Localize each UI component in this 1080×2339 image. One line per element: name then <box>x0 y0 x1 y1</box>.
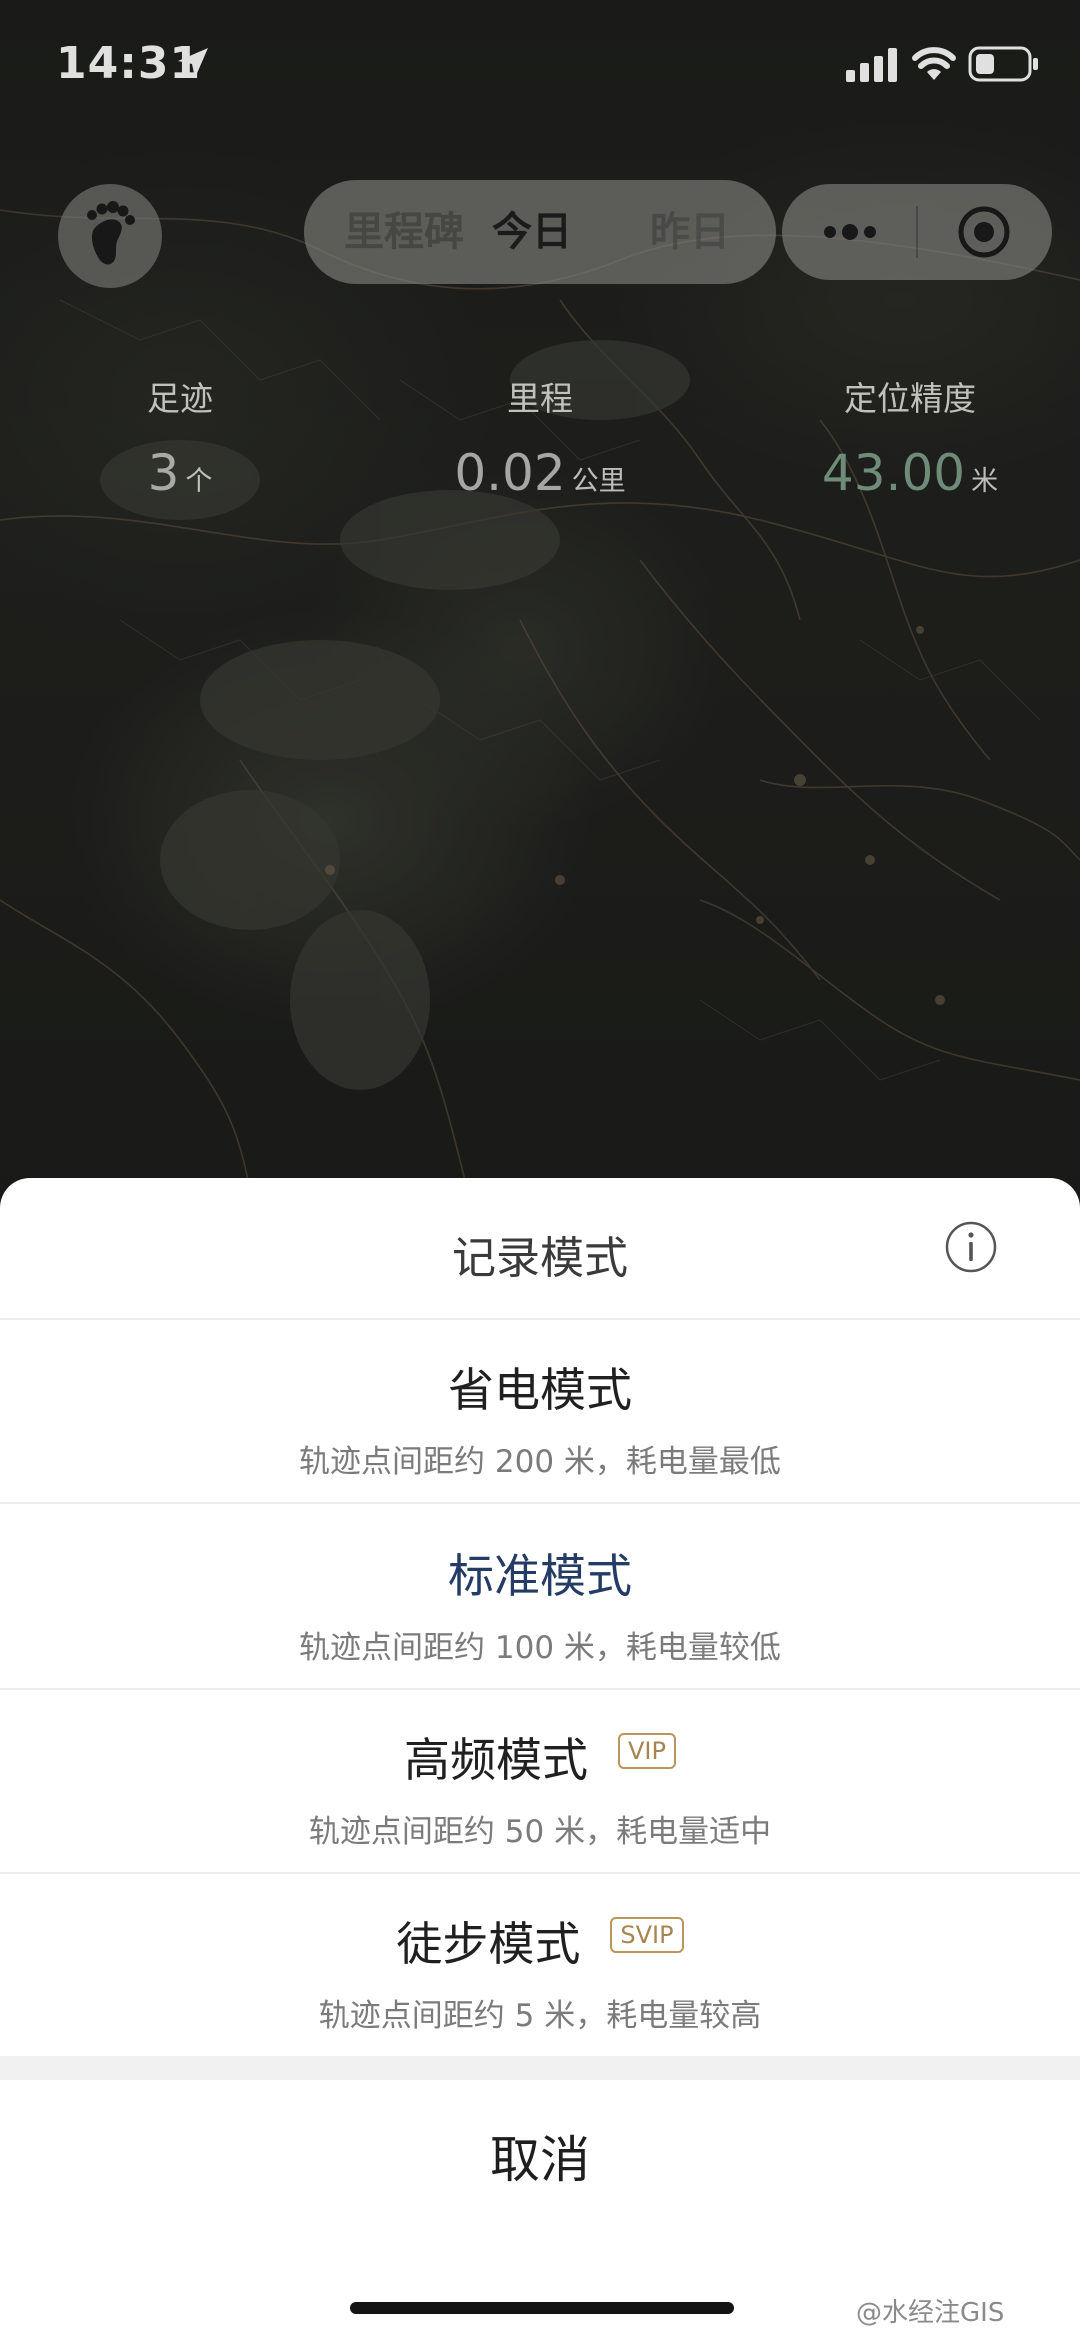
stat-footprint-value: 3 <box>147 444 180 502</box>
tab-yesterday[interactable]: 昨日 <box>650 180 730 284</box>
stat-accuracy-unit: 米 <box>971 466 999 497</box>
target-icon[interactable] <box>956 204 1012 260</box>
mode-description: 轨迹点间距约 100 米，耗电量较低 <box>299 1630 781 1666</box>
date-tabs: 里程碑 今日 昨日 <box>304 180 776 284</box>
mode-option-power-saving[interactable]: 省电模式 轨迹点间距约 200 米，耗电量最低 <box>0 1318 1080 1504</box>
mode-title: 高频模式 <box>404 1733 589 1787</box>
sheet-title: 记录模式 <box>452 1233 628 1284</box>
tab-milestone[interactable]: 里程碑 <box>344 180 464 284</box>
mode-description: 轨迹点间距约 200 米，耗电量最低 <box>299 1444 781 1480</box>
footprint-button[interactable] <box>58 184 162 288</box>
mode-title: 标准模式 <box>448 1549 632 1603</box>
info-icon[interactable] <box>944 1220 998 1274</box>
mode-description: 轨迹点间距约 50 米，耗电量适中 <box>308 1814 772 1850</box>
cancel-button[interactable]: 取消 <box>0 2080 1080 2240</box>
mode-option-hiking[interactable]: 徒步模式 SVIP 轨迹点间距约 5 米，耗电量较高 <box>0 1872 1080 2056</box>
more-icon[interactable] <box>818 214 882 250</box>
stat-mileage: 里程 0.02 公里 <box>430 372 650 502</box>
watermark: @水经注GIS <box>856 2298 1005 2328</box>
vip-badge: VIP <box>618 1733 676 1769</box>
mode-title: 省电模式 <box>448 1363 632 1417</box>
stat-footprint: 足迹 3个 <box>100 372 260 502</box>
stat-accuracy: 定位精度 43.00 米 <box>800 372 1020 502</box>
capsule-menu <box>782 184 1052 280</box>
mode-option-high-frequency[interactable]: 高频模式 VIP 轨迹点间距约 50 米，耗电量适中 <box>0 1688 1080 1874</box>
battery-icon <box>968 46 1038 82</box>
status-bar: 14:31 <box>0 0 1080 130</box>
stat-accuracy-value: 43.00 <box>821 444 966 502</box>
stat-mileage-value: 0.02 <box>454 444 566 502</box>
stat-accuracy-label: 定位精度 <box>844 379 976 418</box>
record-mode-sheet: 记录模式 省电模式 轨迹点间距约 200 米，耗电量最低 标准模式 轨迹点间距约… <box>0 1178 1080 2339</box>
capsule-divider <box>916 206 918 258</box>
svip-badge: SVIP <box>610 1917 684 1953</box>
stat-footprint-label: 足迹 <box>147 379 213 418</box>
stat-mileage-unit: 公里 <box>571 466 626 497</box>
mode-option-standard[interactable]: 标准模式 轨迹点间距约 100 米，耗电量较低 <box>0 1504 1080 1690</box>
tab-today[interactable]: 今日 <box>492 180 572 284</box>
footprint-icon <box>87 201 135 265</box>
home-indicator[interactable] <box>350 2302 734 2314</box>
mode-description: 轨迹点间距约 5 米，耗电量较高 <box>318 1998 762 2034</box>
stat-mileage-label: 里程 <box>507 379 573 418</box>
stat-footprint-unit: 个 <box>185 466 213 497</box>
sheet-header: 记录模式 <box>0 1178 1080 1320</box>
mode-title: 徒步模式 <box>396 1917 581 1971</box>
wifi-icon <box>912 47 956 80</box>
sheet-separator <box>0 2056 1080 2080</box>
signal-icon <box>846 48 897 82</box>
location-arrow-icon <box>178 48 208 78</box>
